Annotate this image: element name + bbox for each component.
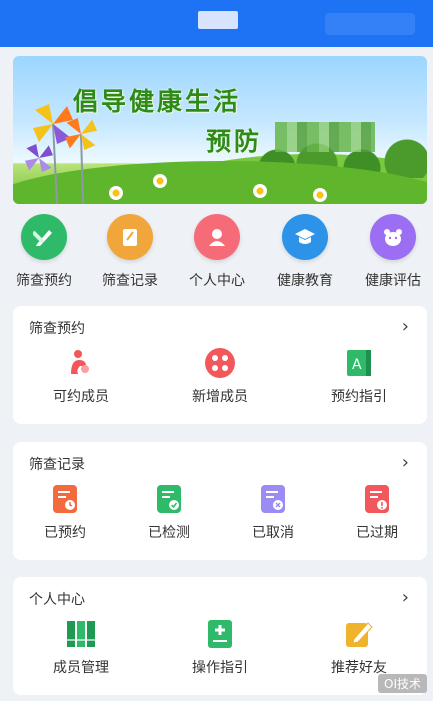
expired-clipboard-icon: [360, 482, 394, 516]
quick-nav-label: 健康评估: [365, 273, 421, 289]
card-item-label: 可约成员: [53, 389, 109, 405]
tested-clipboard-icon: [152, 482, 186, 516]
quick-nav-screening-records[interactable]: 筛查记录: [90, 214, 170, 290]
watermark: OI技术: [378, 674, 427, 693]
status-cancelled-button[interactable]: 已取消: [218, 482, 328, 542]
family-icon: [203, 346, 237, 380]
card-personal-center: 个人中心 › 成员管理 操作指引 推荐好友: [13, 577, 427, 695]
cancelled-clipboard-icon: [256, 482, 290, 516]
flower-decor: [253, 184, 267, 198]
quick-nav: 筛查预约 筛查记录 个人中心 健康教育 健康评估: [0, 214, 433, 294]
quick-nav-screening-appointment[interactable]: 筛查预约: [4, 214, 84, 290]
bookable-members-button[interactable]: 可约成员: [26, 346, 136, 406]
operation-guide-button[interactable]: 操作指引: [165, 617, 275, 677]
add-member-button[interactable]: 新增成员: [165, 346, 275, 406]
card-screening-records: 筛查记录 › 已预约 已检测 已取消 已过期: [13, 442, 427, 560]
card-item-label: 成员管理: [53, 660, 109, 676]
header-title: [198, 11, 238, 29]
quick-nav-label: 个人中心: [189, 273, 245, 289]
card-item-label: 已取消: [252, 525, 294, 541]
status-expired-button[interactable]: 已过期: [322, 482, 432, 542]
chevron-right-icon[interactable]: ›: [402, 452, 409, 473]
member-management-button[interactable]: 成员管理: [26, 617, 136, 677]
book-icon: A: [342, 346, 376, 380]
quick-nav-health-assessment[interactable]: 健康评估: [353, 214, 433, 290]
card-title: 筛查记录: [29, 457, 85, 473]
binders-icon: [64, 617, 98, 651]
graduation-cap-icon: [282, 214, 328, 260]
quick-nav-label: 健康教育: [277, 273, 333, 289]
card-item-label: 新增成员: [192, 389, 248, 405]
card-title: 个人中心: [29, 592, 85, 608]
card-item-label: 已预约: [44, 525, 86, 541]
person-icon: [194, 214, 240, 260]
flower-decor: [153, 174, 167, 188]
flower-decor: [109, 186, 123, 200]
status-tested-button[interactable]: 已检测: [114, 482, 224, 542]
card-header[interactable]: 个人中心 ›: [13, 577, 427, 617]
chevron-right-icon[interactable]: ›: [402, 587, 409, 608]
card-item-label: 已过期: [356, 525, 398, 541]
booked-clipboard-icon: [48, 482, 82, 516]
card-title: 筛查预约: [29, 321, 85, 337]
banner-line2: 预防: [206, 127, 263, 156]
app-header: [0, 0, 433, 47]
header-right-area: [325, 13, 415, 35]
quick-nav-personal-center[interactable]: 个人中心: [177, 214, 257, 290]
card-header[interactable]: 筛查预约 ›: [13, 306, 427, 346]
banner[interactable]: 倡导健康生活 预防: [13, 56, 427, 204]
chevron-right-icon[interactable]: ›: [402, 316, 409, 337]
card-header[interactable]: 筛查记录 ›: [13, 442, 427, 482]
mother-child-icon: [64, 346, 98, 380]
card-item-label: 操作指引: [192, 660, 248, 676]
svg-text:A: A: [352, 357, 362, 373]
flower-decor: [313, 188, 327, 202]
recommend-friend-button[interactable]: 推荐好友: [304, 617, 414, 677]
card-item-label: 已检测: [148, 525, 190, 541]
edit-note-icon: [342, 617, 376, 651]
notepad-icon: [107, 214, 153, 260]
bear-icon: [370, 214, 416, 260]
pencil-ruler-icon: [21, 214, 67, 260]
medical-book-icon: [203, 617, 237, 651]
pinwheel-illustration: [25, 104, 97, 204]
quick-nav-label: 筛查预约: [16, 273, 72, 289]
banner-redacted-text: [275, 122, 375, 152]
card-screening-appointment: 筛查预约 › 可约成员 新增成员 A 预约指引: [13, 306, 427, 424]
quick-nav-health-education[interactable]: 健康教育: [265, 214, 345, 290]
card-item-label: 预约指引: [331, 389, 387, 405]
appointment-guide-button[interactable]: A 预约指引: [304, 346, 414, 406]
status-booked-button[interactable]: 已预约: [10, 482, 120, 542]
quick-nav-label: 筛查记录: [102, 273, 158, 289]
